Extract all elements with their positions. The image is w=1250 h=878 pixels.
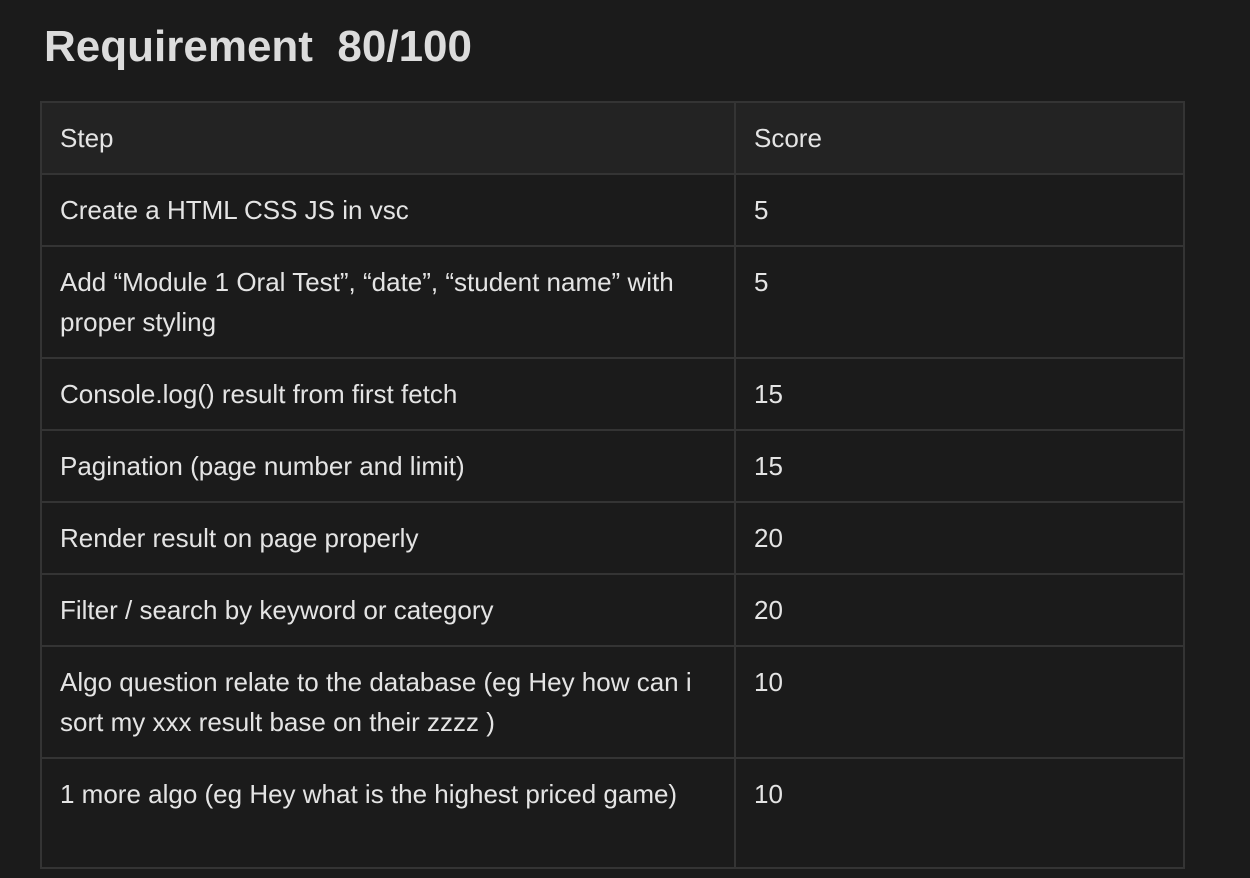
table-row: Filter / search by keyword or category 2… <box>40 573 1185 647</box>
table-row: Render result on page properly 20 <box>40 501 1185 575</box>
page-title: Requirement 80/100 <box>40 0 1184 80</box>
table-row: Create a HTML CSS JS in vsc 5 <box>40 173 1185 247</box>
page-title-text: Requirement <box>44 22 313 71</box>
table-row: Add “Module 1 Oral Test”, “date”, “stude… <box>40 245 1185 359</box>
score-cell: 10 <box>734 645 1185 759</box>
step-cell: Pagination (page number and limit) <box>40 429 736 503</box>
table-row: Pagination (page number and limit) 15 <box>40 429 1185 503</box>
total-score: 80/100 <box>337 22 472 71</box>
step-cell: Render result on page properly <box>40 501 736 575</box>
document-page: Requirement 80/100 Step Score Create a H… <box>40 0 1185 869</box>
step-cell: Create a HTML CSS JS in vsc <box>40 173 736 247</box>
score-cell: 15 <box>734 357 1185 431</box>
column-header-score: Score <box>734 101 1185 175</box>
step-cell: Filter / search by keyword or category <box>40 573 736 647</box>
column-header-step: Step <box>40 101 736 175</box>
score-cell: 5 <box>734 245 1185 359</box>
requirement-table: Step Score Create a HTML CSS JS in vsc 5… <box>40 101 1185 869</box>
step-cell: 1 more algo (eg Hey what is the highest … <box>40 757 736 869</box>
score-cell: 20 <box>734 573 1185 647</box>
table-row: 1 more algo (eg Hey what is the highest … <box>40 757 1185 869</box>
score-cell: 10 <box>734 757 1185 869</box>
step-cell: Add “Module 1 Oral Test”, “date”, “stude… <box>40 245 736 359</box>
step-cell: Algo question relate to the database (eg… <box>40 645 736 759</box>
step-cell: Console.log() result from first fetch <box>40 357 736 431</box>
score-cell: 15 <box>734 429 1185 503</box>
table-header-row: Step Score <box>40 101 1185 175</box>
table-row: Console.log() result from first fetch 15 <box>40 357 1185 431</box>
table-row: Algo question relate to the database (eg… <box>40 645 1185 759</box>
score-cell: 5 <box>734 173 1185 247</box>
score-cell: 20 <box>734 501 1185 575</box>
